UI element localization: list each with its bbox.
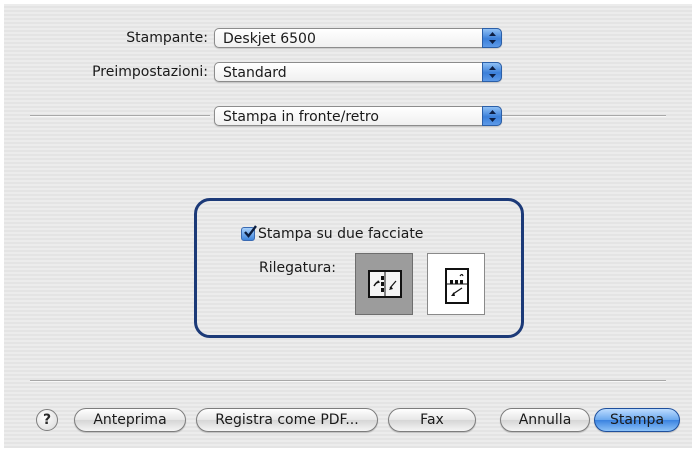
two-sided-checkbox[interactable] [241, 225, 257, 241]
duplex-options-group: Stampa su due facciate Rilegatura: [194, 198, 524, 338]
printer-popup-arrows-icon [482, 28, 502, 48]
pane-value: Stampa in fronte/retro [223, 109, 379, 125]
presets-popup[interactable]: Standard [214, 62, 502, 82]
long-edge-binding-icon [368, 270, 402, 298]
binding-long-edge-button[interactable] [355, 253, 413, 315]
printer-value: Deskjet 6500 [223, 31, 316, 47]
help-button[interactable]: ? [36, 409, 58, 431]
print-button[interactable]: Stampa [594, 408, 680, 432]
binding-label: Rilegatura: [259, 260, 336, 276]
two-sided-label[interactable]: Stampa su due facciate [258, 226, 423, 242]
printer-label: Stampante: [126, 30, 208, 46]
separator-left [30, 115, 210, 117]
fax-button[interactable]: Fax [388, 408, 476, 432]
pane-popup-arrows-icon [482, 106, 502, 126]
presets-label: Preimpostazioni: [92, 64, 208, 80]
pane-popup[interactable]: Stampa in fronte/retro [214, 106, 502, 126]
print-dialog: Stampante: Deskjet 6500 Preimpostazioni:… [4, 4, 692, 448]
checkmark-icon [244, 225, 257, 238]
separator-right [502, 115, 666, 117]
presets-popup-arrows-icon [482, 62, 502, 82]
cancel-button[interactable]: Annulla [500, 408, 590, 432]
short-edge-binding-icon [445, 268, 469, 304]
save-as-pdf-button[interactable]: Registra come PDF... [196, 408, 378, 432]
binding-short-edge-button[interactable] [427, 253, 485, 315]
presets-value: Standard [223, 65, 287, 81]
printer-popup[interactable]: Deskjet 6500 [214, 28, 502, 48]
footer-separator [30, 380, 666, 382]
preview-button[interactable]: Anteprima [74, 408, 186, 432]
